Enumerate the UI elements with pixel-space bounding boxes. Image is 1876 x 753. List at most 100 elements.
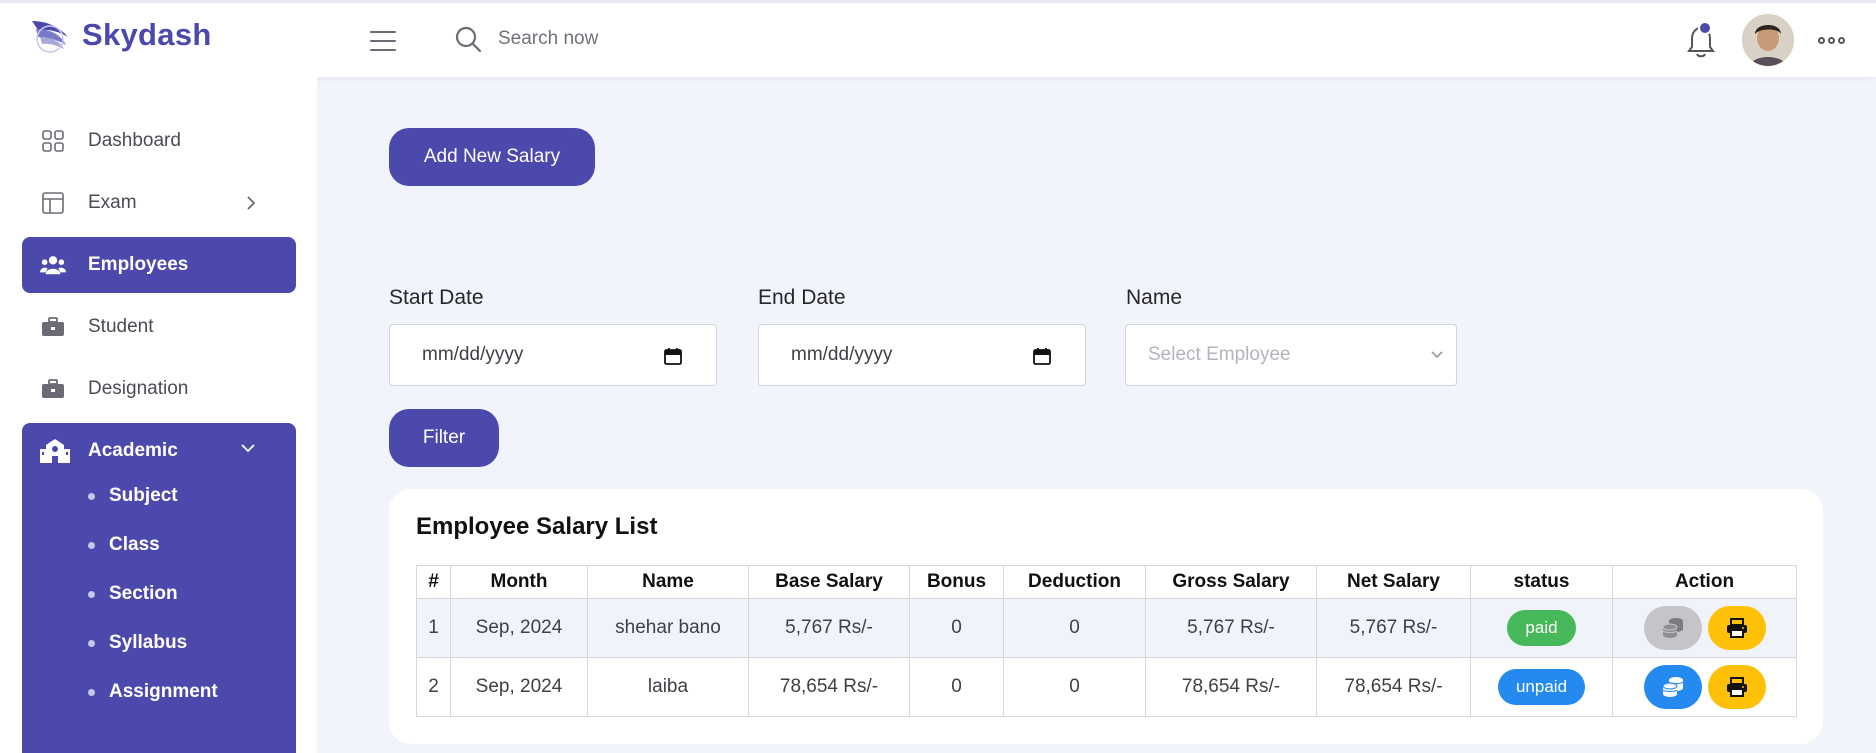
column-header: Month [450,565,588,599]
column-header: Net Salary [1316,565,1471,599]
chevron-right-icon [247,196,256,210]
status-badge: paid [1507,610,1576,646]
chevron-down-icon [241,444,255,453]
search-input[interactable] [498,28,798,50]
sidebar-subitem-class[interactable]: Class [88,534,160,556]
pay-salary-button[interactable] [1643,665,1702,709]
cell-action [1612,657,1797,717]
bullet-dot [88,639,95,647]
column-header: Action [1612,565,1797,599]
salary-table: # Month Name Base Salary Bonus Deduction… [416,565,1797,717]
sidebar-item-academic: Academic Subject Class Section Syllabus … [22,423,296,753]
sidebar-item-student[interactable]: Student [22,299,296,355]
sidebar-subitem-assignment[interactable]: Assignment [88,681,218,703]
briefcase-icon [40,376,66,402]
end-date-field[interactable]: mm/dd/yyyy [758,324,1086,386]
column-header: # [416,565,451,599]
cell-status: paid [1470,598,1613,658]
cell-deduction: 0 [1003,598,1146,658]
brand-logo[interactable]: Skydash [28,15,212,55]
column-header: Name [587,565,749,599]
sidebar: Dashboard Exam Employees Student Designa… [0,77,317,753]
cell-action [1612,598,1797,658]
sidebar-academic-toggle[interactable]: Academic [22,423,296,479]
employee-select-placeholder: Select Employee [1148,344,1291,365]
cell-gross-salary: 78,654 Rs/- [1145,657,1317,717]
print-icon [1726,618,1747,638]
start-date-field[interactable]: mm/dd/yyyy [389,324,717,386]
cell-month: Sep, 2024 [450,657,588,717]
column-header: status [1470,565,1613,599]
sidebar-subitem-section[interactable]: Section [88,583,178,605]
table-row: 1 Sep, 2024 shehar bano 5,767 Rs/- 0 0 5… [416,598,1797,658]
briefcase-icon [40,314,66,340]
logo-icon [32,21,68,53]
grid-icon [40,128,66,154]
salary-list-card: Employee Salary List # Month Name Base S… [389,489,1823,744]
users-icon [40,252,66,278]
name-label: Name [1126,286,1183,309]
filter-button[interactable]: Filter [389,409,499,467]
print-icon [1726,677,1747,697]
status-badge: unpaid [1497,669,1586,705]
start-date-label: Start Date [389,286,484,309]
bullet-dot [88,590,95,598]
subitem-label: Syllabus [109,632,188,653]
sidebar-item-employees[interactable]: Employees [22,237,296,293]
column-header: Deduction [1003,565,1146,599]
coins-icon [1662,677,1683,697]
search-icon[interactable] [454,25,482,53]
sidebar-subitem-syllabus[interactable]: Syllabus [88,632,187,654]
cell-name: shehar bano [587,598,749,658]
chevron-down-icon [1431,351,1443,359]
table-row: 2 Sep, 2024 laiba 78,654 Rs/- 0 0 78,654… [416,657,1797,717]
print-button[interactable] [1707,665,1766,709]
card-title: Employee Salary List [416,513,658,540]
sidebar-item-label: Academic [88,440,178,461]
cell-net-salary: 78,654 Rs/- [1316,657,1471,717]
bullet-dot [88,541,95,549]
cell-base-salary: 78,654 Rs/- [748,657,910,717]
cell-status: unpaid [1470,657,1613,717]
layout-icon [40,190,66,216]
start-date-value: mm/dd/yyyy [422,344,524,365]
cell-num: 1 [416,598,451,658]
add-new-salary-button[interactable]: Add New Salary [389,128,595,186]
subitem-label: Subject [109,485,178,506]
bullet-dot [88,688,95,696]
sidebar-item-dashboard[interactable]: Dashboard [22,113,296,169]
sidebar-item-exam[interactable]: Exam [22,175,296,231]
cell-deduction: 0 [1003,657,1146,717]
top-navbar: Skydash [0,0,1876,77]
column-header: Bonus [909,565,1004,599]
more-options-icon[interactable] [1818,37,1845,44]
sidebar-item-label: Employees [88,254,189,275]
employee-select[interactable]: Select Employee [1125,324,1457,386]
user-avatar[interactable] [1742,14,1794,66]
cell-gross-salary: 5,767 Rs/- [1145,598,1317,658]
print-button[interactable] [1707,606,1766,650]
pay-salary-button[interactable] [1643,606,1702,650]
sidebar-subitem-subject[interactable]: Subject [88,485,178,507]
subitem-label: Section [109,583,178,604]
cell-net-salary: 5,767 Rs/- [1316,598,1471,658]
subitem-label: Assignment [109,681,218,702]
end-date-value: mm/dd/yyyy [791,344,893,365]
table-header-row: # Month Name Base Salary Bonus Deduction… [416,565,1797,599]
calendar-icon[interactable] [664,347,682,365]
calendar-icon[interactable] [1033,347,1051,365]
bullet-dot [88,492,95,500]
sidebar-item-designation[interactable]: Designation [22,361,296,417]
search-bar [454,25,798,53]
notification-dot [1698,21,1712,35]
cell-month: Sep, 2024 [450,598,588,658]
cell-num: 2 [416,657,451,717]
school-icon [40,438,70,464]
sidebar-item-label: Exam [88,192,137,213]
sidebar-item-label: Dashboard [88,130,181,151]
menu-toggle-icon[interactable] [370,31,396,51]
column-header: Gross Salary [1145,565,1317,599]
cell-name: laiba [587,657,749,717]
brand-name: Skydash [82,17,212,52]
sidebar-item-label: Student [88,316,154,337]
